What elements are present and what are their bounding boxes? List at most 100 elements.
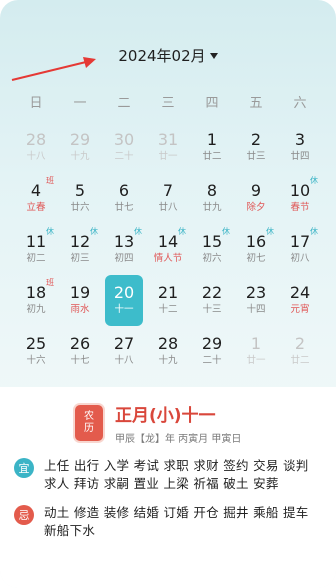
day-cell[interactable]: 7 廿八 [146,173,190,224]
month-selector[interactable]: 2024年02月 [118,45,218,66]
lunar-day-label: 廿六 [70,202,90,213]
holiday-badge: 休 [134,227,142,236]
day-cell[interactable]: 6 廿七 [102,173,146,224]
lunar-day-label: 廿四 [290,151,310,162]
day-cell[interactable]: 2 廿三 [234,122,278,173]
lunar-day-label: 十七 [70,355,90,366]
day-number: 4 [30,181,42,200]
lunar-day-label: 初七 [246,253,266,264]
day-number: 23 [245,283,267,302]
weekday-label: 二 [117,96,131,111]
lunar-day-label: 廿七 [114,202,134,213]
lunar-info: 农 历 正月(小)十一 甲辰【龙】年 丙寅月 甲寅日 [75,405,241,445]
day-number: 17 [289,232,311,251]
day-number: 29 [201,334,223,353]
lunar-day-label: 廿一 [158,151,178,162]
yi-text: 上任 出行 入学 考试 求职 求财 签约 交易 谈判 求人 拜访 求嗣 置业 上… [44,458,309,491]
lunar-day-label: 十八 [26,151,46,162]
lunar-day-label: 二十 [202,355,222,366]
lunar-day-label: 初三 [70,253,90,264]
lunar-day-label: 十六 [26,355,46,366]
day-cell[interactable]: 25 十六 [14,326,58,377]
day-number: 30 [113,130,135,149]
day-cell[interactable]: 9 除夕 [234,173,278,224]
day-number: 1 [206,130,218,149]
lunar-day-label: 十九 [70,151,90,162]
day-cell[interactable]: 14 情人节 休 [146,224,190,275]
lunar-day-label: 十九 [158,355,178,366]
day-cell[interactable]: 5 廿六 [58,173,102,224]
day-number: 22 [201,283,223,302]
lunar-day-label: 春节 [290,202,310,213]
day-cell[interactable]: 23 十四 [234,275,278,326]
lunar-day-label: 初八 [290,253,310,264]
day-cell[interactable]: 21 十二 [146,275,190,326]
lunar-day-label: 初九 [26,304,46,315]
day-number: 28 [157,334,179,353]
day-cell[interactable]: 24 元宵 [278,275,322,326]
holiday-badge: 休 [178,227,186,236]
day-cell[interactable]: 19 雨水 [58,275,102,326]
day-cell[interactable]: 4 立春 班 [14,173,58,224]
lunar-day-label: 廿二 [290,355,310,366]
lunar-day-label: 十二 [158,304,178,315]
ji-text: 动土 修造 装修 结婚 订婚 开仓 掘井 乘船 提车 新船下水 [44,505,309,538]
day-cell[interactable]: 26 十七 [58,326,102,377]
day-number: 6 [118,181,130,200]
lunar-day-label: 廿九 [202,202,222,213]
day-cell[interactable]: 15 初六 休 [190,224,234,275]
day-cell[interactable]: 29 二十 [190,326,234,377]
day-cell[interactable]: 3 廿四 [278,122,322,173]
yi-row: 宜 上任 出行 入学 考试 求职 求财 签约 交易 谈判 求人 拜访 求嗣 置业… [14,457,314,493]
weekday-label: 六 [293,96,307,111]
date-grid: 28 十八 29 十九 30 二十 31 廿一 1 廿二 2 廿三 3 廿四 4 立春班 5 廿六 6 廿七 7 廿八 8 廿… [14,122,322,377]
day-cell[interactable]: 18 初九 班 [14,275,58,326]
day-cell[interactable]: 12 初三 休 [58,224,102,275]
day-number: 19 [69,283,91,302]
yi-badge: 宜 [14,458,34,478]
holiday-badge: 休 [266,227,274,236]
weekday-label: 三 [161,96,175,111]
lunar-day-label: 二十 [114,151,134,162]
day-cell[interactable]: 1 廿一 [234,326,278,377]
day-number: 2 [250,130,262,149]
lunar-ganzhi: 甲辰【龙】年 丙寅月 甲寅日 [115,434,242,445]
day-cell[interactable]: 16 初七 休 [234,224,278,275]
day-cell[interactable]: 31 廿一 [146,122,190,173]
day-cell[interactable]: 29 十九 [58,122,102,173]
lunar-day-label: 十八 [114,355,134,366]
day-cell[interactable]: 30 二十 [102,122,146,173]
day-cell[interactable]: 28 十九 [146,326,190,377]
day-cell[interactable]: 8 廿九 [190,173,234,224]
lunar-day-label: 情人节 [153,253,183,264]
day-number: 5 [74,181,86,200]
lunar-day-label: 雨水 [70,304,90,315]
calendar-header: 2024年02月 [0,40,336,70]
holiday-badge: 休 [222,227,230,236]
day-number: 18 [25,283,47,302]
lunar-day-label: 初四 [114,253,134,264]
day-cell[interactable]: 13 初四 休 [102,224,146,275]
day-cell[interactable]: 11 初二 休 [14,224,58,275]
lunar-day-label: 廿三 [246,151,266,162]
day-cell[interactable]: 2 廿二 [278,326,322,377]
day-cell[interactable]: 28 十八 [14,122,58,173]
day-cell[interactable]: 1 廿二 [190,122,234,173]
day-number: 1 [250,334,262,353]
day-cell[interactable]: 27 十八 [102,326,146,377]
weekday-label: 日 [29,96,43,111]
day-cell[interactable]: 22 十三 [190,275,234,326]
lunar-day-label: 初二 [26,253,46,264]
day-number: 24 [289,283,311,302]
month-label: 2024年02月 [118,46,206,65]
day-number: 14 [157,232,179,251]
day-number: 3 [294,130,306,149]
day-number: 2 [294,334,306,353]
day-cell[interactable]: 10 春节 休 [278,173,322,224]
day-cell[interactable]: 17 初八 休 [278,224,322,275]
lunar-day-label: 立春 [26,202,46,213]
day-cell-selected[interactable]: 20 十一 [105,275,143,326]
lunar-day-label: 十一 [114,304,134,315]
lunar-calendar-icon: 农 历 [75,405,103,441]
weekday-label: 一 [73,96,87,111]
